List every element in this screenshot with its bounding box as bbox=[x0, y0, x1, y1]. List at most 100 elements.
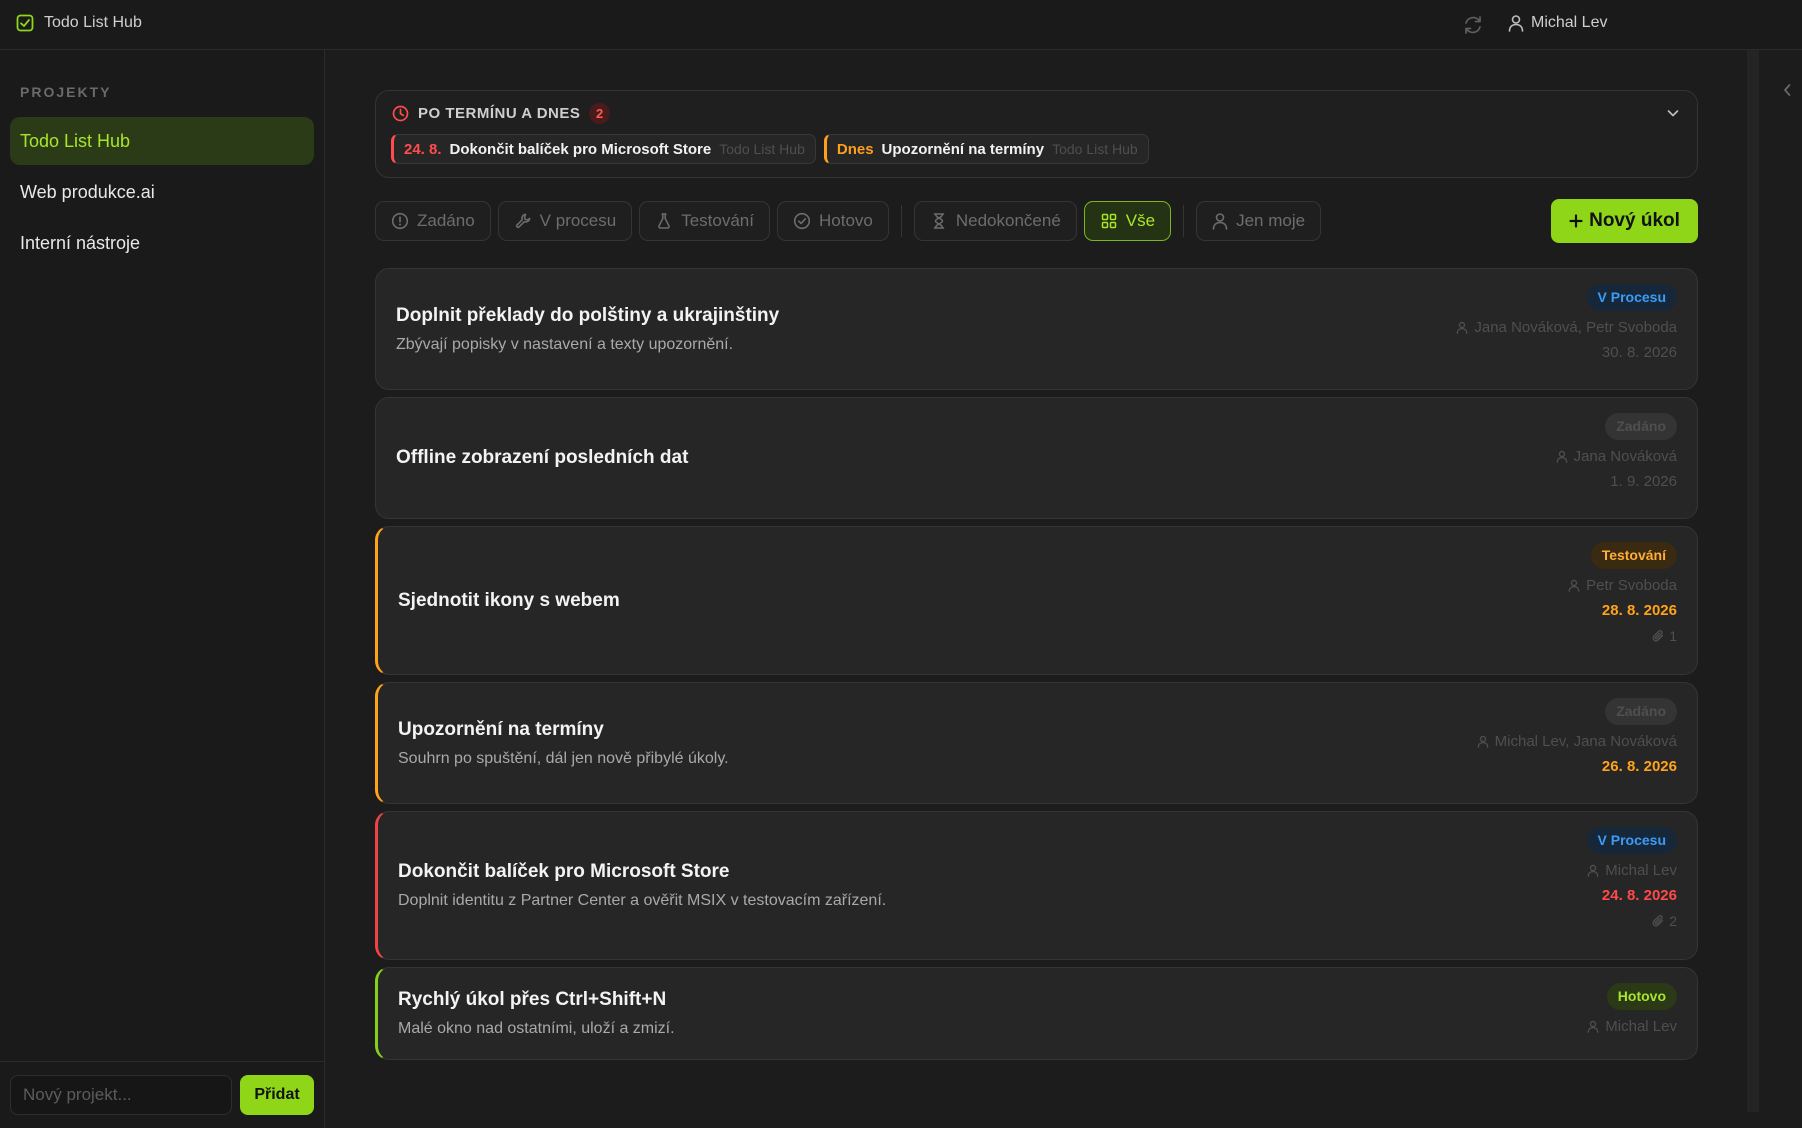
task-card[interactable]: Offline zobrazení posledních dat Zadáno … bbox=[375, 397, 1698, 519]
assignee-names: Jana Nováková, Petr Svoboda bbox=[1474, 318, 1677, 336]
overdue-panel: PO TERMÍNU A DNES 2 24. 8. Dokončit balí… bbox=[375, 90, 1698, 178]
user-name: Michal Lev bbox=[1531, 14, 1608, 31]
overdue-item-title: Upozornění na termíny bbox=[881, 140, 1045, 158]
attachment-count: 2 bbox=[1669, 913, 1677, 929]
sidebar-item-todo-list-hub[interactable]: Todo List Hub bbox=[10, 117, 314, 165]
project-list: Todo List Hub Web produkce.ai Interní ná… bbox=[10, 117, 314, 270]
status-badge: Testování bbox=[1590, 542, 1677, 569]
task-main: Sjednotit ikony s webem bbox=[398, 527, 620, 674]
task-title: Doplnit překlady do polštiny a ukrajinšt… bbox=[396, 304, 780, 326]
new-project-input[interactable] bbox=[10, 1075, 232, 1115]
sidebar-item-web-produkce[interactable]: Web produkce.ai bbox=[10, 168, 314, 216]
filter-zadano[interactable]: Zadáno bbox=[375, 201, 491, 241]
overdue-item[interactable]: 24. 8. Dokončit balíček pro Microsoft St… bbox=[391, 134, 816, 164]
assignee-names: Michal Lev bbox=[1605, 1017, 1677, 1035]
chevron-left-icon bbox=[1782, 82, 1792, 98]
filter-jen-moje[interactable]: Jen moje bbox=[1196, 201, 1322, 241]
task-card[interactable]: Dokončit balíček pro Microsoft Store Dop… bbox=[375, 811, 1698, 960]
user-icon bbox=[1477, 735, 1489, 748]
task-description: Souhrn po spuštění, dál jen nově přibylé… bbox=[398, 749, 729, 767]
filter-label: Testování bbox=[681, 211, 754, 230]
overdue-item-date: Dnes bbox=[836, 140, 874, 158]
overdue-item-project: Todo List Hub bbox=[719, 141, 805, 157]
check-circle-icon bbox=[793, 212, 811, 230]
task-attachments: 2 bbox=[1651, 911, 1677, 931]
sidebar-heading: PROJEKTY bbox=[20, 84, 112, 100]
checkbox-icon bbox=[16, 14, 34, 32]
task-due-date: 24. 8. 2026 bbox=[1601, 887, 1677, 904]
status-filters: Zadáno V procesu Testování Hotovo Nedoko… bbox=[375, 201, 1322, 241]
task-title: Dokončit balíček pro Microsoft Store bbox=[398, 861, 730, 882]
status-badge: Zadáno bbox=[1605, 698, 1677, 725]
filter-label: Vše bbox=[1125, 211, 1156, 230]
task-card[interactable]: Doplnit překlady do polštiny a ukrajinšt… bbox=[375, 268, 1698, 390]
overdue-item[interactable]: Dnes Upozornění na termíny Todo List Hub bbox=[823, 134, 1149, 164]
task-assignees: Michal Lev bbox=[1587, 859, 1677, 881]
filter-label: Nedokončené bbox=[955, 211, 1061, 230]
add-project-button[interactable]: Přidat bbox=[240, 1075, 314, 1115]
overdue-collapse-button[interactable] bbox=[1665, 105, 1681, 121]
new-task-label: Nový úkol bbox=[1589, 210, 1680, 231]
chevron-down-icon bbox=[1665, 105, 1681, 121]
app-title-text: Todo List Hub bbox=[44, 14, 142, 31]
task-due-date: 26. 8. 2026 bbox=[1601, 758, 1677, 775]
user-icon bbox=[1568, 579, 1580, 592]
overdue-header[interactable]: PO TERMÍNU A DNES 2 bbox=[392, 103, 611, 124]
hourglass-icon bbox=[930, 212, 948, 230]
filter-label: Zadáno bbox=[417, 211, 475, 230]
refresh-button[interactable] bbox=[1462, 14, 1484, 36]
plus-icon bbox=[1569, 214, 1583, 228]
task-meta: V Procesu Michal Lev 24. 8. 2026 2 bbox=[1586, 827, 1677, 931]
task-card[interactable]: Sjednotit ikony s webem Testování Petr S… bbox=[375, 526, 1698, 675]
task-card[interactable]: Rychlý úkol přes Ctrl+Shift+N Malé okno … bbox=[375, 967, 1698, 1060]
task-assignees: Michal Lev, Jana Nováková bbox=[1477, 730, 1677, 752]
user-icon bbox=[1456, 321, 1468, 334]
grid-icon bbox=[1100, 212, 1118, 230]
refresh-icon bbox=[1462, 14, 1484, 36]
task-title: Upozornění na termíny bbox=[398, 718, 604, 740]
sidebar-item-interni-nastroje[interactable]: Interní nástroje bbox=[10, 219, 314, 267]
task-meta: Zadáno Michal Lev, Jana Nováková 26. 8. … bbox=[1477, 698, 1677, 778]
paperclip-icon bbox=[1651, 914, 1665, 928]
task-assignees: Jana Nováková, Petr Svoboda bbox=[1456, 316, 1677, 338]
status-badge: Hotovo bbox=[1606, 983, 1677, 1010]
filter-v-procesu[interactable]: V procesu bbox=[497, 201, 633, 241]
alert-circle-icon bbox=[391, 212, 409, 230]
user-icon bbox=[1556, 450, 1568, 463]
task-main: Doplnit překlady do polštiny a ukrajinšt… bbox=[396, 269, 779, 389]
scrollbar[interactable] bbox=[1747, 50, 1759, 1112]
assignee-names: Jana Nováková bbox=[1573, 447, 1677, 465]
filter-label: Hotovo bbox=[818, 211, 873, 230]
wrench-icon bbox=[514, 212, 532, 230]
filter-nedokoncene[interactable]: Nedokončené bbox=[913, 201, 1077, 241]
new-task-button[interactable]: Nový úkol bbox=[1551, 199, 1698, 243]
filter-label: Jen moje bbox=[1236, 211, 1306, 230]
assignee-names: Michal Lev, Jana Nováková bbox=[1494, 732, 1677, 750]
sidebar: PROJEKTY Todo List Hub Web produkce.ai I… bbox=[0, 50, 325, 1128]
task-card[interactable]: Upozornění na termíny Souhrn po spuštění… bbox=[375, 682, 1698, 804]
status-badge: V Procesu bbox=[1586, 827, 1677, 854]
filter-vse[interactable]: Vše bbox=[1083, 201, 1172, 241]
overdue-item-title: Dokončit balíček pro Microsoft Store bbox=[449, 140, 712, 158]
user-icon bbox=[1587, 1020, 1599, 1033]
filter-testovani[interactable]: Testování bbox=[639, 201, 770, 241]
task-description: Zbývají popisky v nastavení a texty upoz… bbox=[396, 335, 734, 353]
task-assignees: Michal Lev bbox=[1587, 1015, 1677, 1037]
overdue-item-project: Todo List Hub bbox=[1052, 141, 1138, 157]
filter-hotovo[interactable]: Hotovo bbox=[776, 201, 889, 241]
task-meta: Zadáno Jana Nováková 1. 9. 2026 bbox=[1556, 413, 1677, 493]
task-main: Offline zobrazení posledních dat bbox=[396, 398, 688, 518]
task-description: Doplnit identitu z Partner Center a ověř… bbox=[398, 892, 887, 909]
task-main: Dokončit balíček pro Microsoft Store Dop… bbox=[398, 812, 886, 959]
sidebar-footer: Přidat bbox=[0, 1061, 324, 1128]
filter-divider bbox=[1183, 205, 1185, 237]
task-title: Sjednotit ikony s webem bbox=[398, 589, 620, 611]
clock-icon bbox=[392, 105, 409, 122]
paperclip-icon bbox=[1651, 629, 1665, 643]
filter-label: V procesu bbox=[539, 211, 617, 230]
task-attachments: 1 bbox=[1651, 626, 1677, 646]
user-menu[interactable]: Michal Lev bbox=[1508, 14, 1607, 32]
sidebar-collapse-button[interactable] bbox=[1782, 82, 1792, 98]
filter-divider bbox=[900, 205, 902, 237]
task-meta: Testování Petr Svoboda 28. 8. 2026 1 bbox=[1568, 542, 1677, 646]
